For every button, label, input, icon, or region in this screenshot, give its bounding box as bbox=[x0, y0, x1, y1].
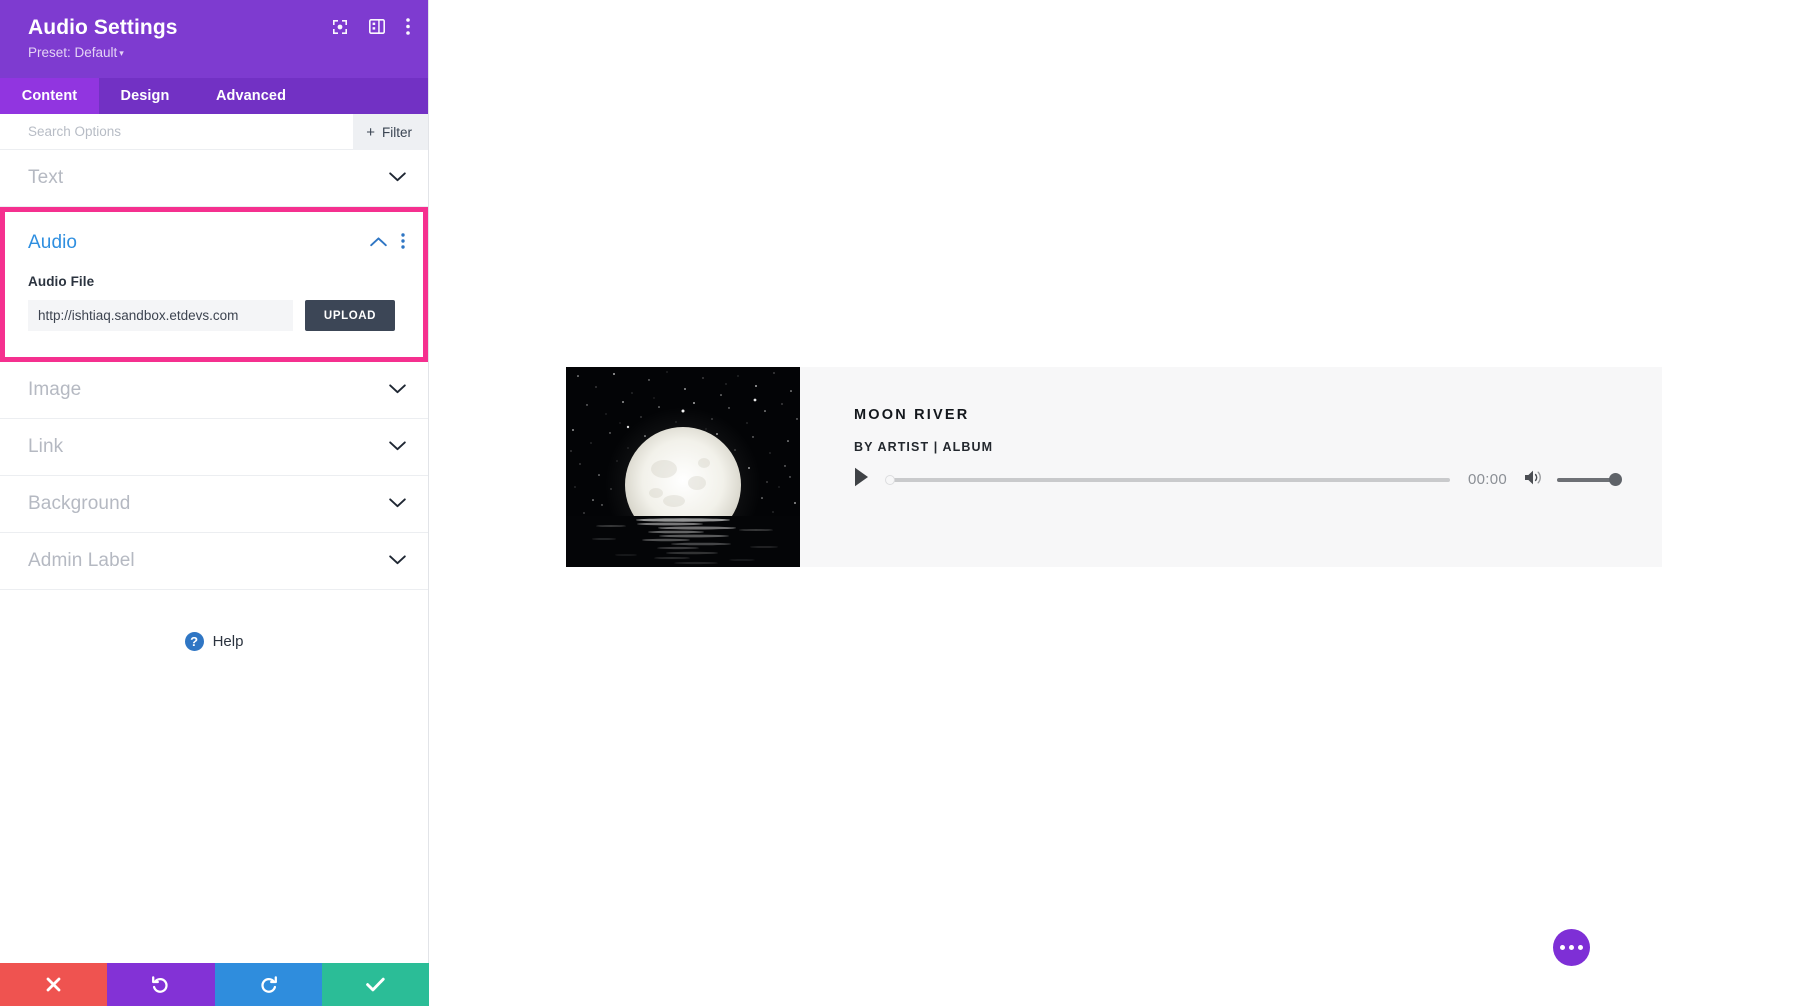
save-button[interactable] bbox=[321, 963, 429, 1006]
help-icon: ? bbox=[184, 632, 204, 651]
section-label: Image bbox=[28, 379, 82, 400]
player-info: MOON RIVER BY ARTIST | ALBUM 00:00 bbox=[800, 367, 1662, 567]
settings-sidebar: Audio Settings Preset: Default ▾ Content… bbox=[0, 0, 429, 1006]
audio-file-row: UPLOAD bbox=[28, 300, 395, 331]
focus-icon[interactable] bbox=[332, 19, 348, 40]
more-options-icon[interactable] bbox=[406, 18, 410, 40]
section-label: Admin Label bbox=[28, 550, 135, 571]
sidebar-footer bbox=[0, 963, 429, 1006]
tab-content[interactable]: Content bbox=[0, 78, 99, 114]
track-title: MOON RIVER bbox=[854, 407, 970, 423]
chevron-down-icon bbox=[389, 495, 406, 513]
player-controls: 00:00 bbox=[854, 467, 1622, 492]
section-label: Text bbox=[28, 167, 64, 188]
settings-tabs: Content Design Advanced bbox=[0, 78, 428, 114]
preset-selector[interactable]: Preset: Default ▾ bbox=[28, 44, 406, 63]
volume-slider[interactable] bbox=[1557, 472, 1622, 487]
page-settings-fab[interactable] bbox=[1553, 929, 1590, 966]
sidebar-header: Audio Settings Preset: Default ▾ bbox=[0, 0, 428, 78]
undo-button[interactable] bbox=[107, 963, 215, 1006]
filter-button[interactable]: + Filter bbox=[353, 114, 428, 150]
section-audio-header[interactable]: Audio bbox=[0, 212, 423, 274]
audio-file-input[interactable] bbox=[28, 300, 293, 331]
section-label: Audio bbox=[28, 232, 78, 253]
dot-icon bbox=[1569, 945, 1574, 950]
settings-sections: Text Audio Audio File http://ishtiaq.san… bbox=[0, 150, 428, 963]
section-link[interactable]: Link bbox=[0, 419, 428, 476]
tab-design[interactable]: Design bbox=[99, 78, 191, 114]
section-options-icon[interactable] bbox=[401, 232, 405, 254]
audio-file-label: Audio File bbox=[28, 274, 95, 289]
section-background[interactable]: Background bbox=[0, 476, 428, 533]
discard-button[interactable] bbox=[0, 963, 108, 1006]
help-link[interactable]: ? Help bbox=[0, 632, 428, 651]
chevron-up-icon[interactable] bbox=[370, 234, 387, 252]
track-subtitle: BY ARTIST | ALBUM bbox=[854, 440, 994, 454]
plus-icon: + bbox=[366, 123, 375, 141]
chevron-down-icon bbox=[389, 381, 406, 399]
section-admin-label[interactable]: Admin Label bbox=[0, 533, 428, 590]
dot-icon bbox=[1560, 945, 1565, 950]
redo-button[interactable] bbox=[214, 963, 322, 1006]
chevron-down-icon bbox=[389, 169, 406, 187]
preset-label: Preset: Default bbox=[28, 45, 118, 60]
volume-handle[interactable] bbox=[1609, 472, 1622, 486]
album-cover-image bbox=[566, 367, 800, 567]
help-label: Help bbox=[212, 633, 244, 650]
section-label: Background bbox=[28, 493, 131, 514]
section-image[interactable]: Image bbox=[0, 362, 428, 419]
chevron-down-icon: ▾ bbox=[119, 48, 124, 58]
current-time: 00:00 bbox=[1467, 471, 1507, 488]
panel-layout-icon[interactable] bbox=[369, 19, 385, 39]
progress-handle[interactable] bbox=[885, 474, 895, 485]
chevron-down-icon bbox=[389, 552, 406, 570]
divi-builder-screen: Audio Settings Preset: Default ▾ Content… bbox=[0, 0, 1800, 1006]
chevron-down-icon bbox=[389, 438, 406, 456]
volume-icon[interactable] bbox=[1524, 469, 1543, 491]
section-audio-body: Audio File UPLOAD bbox=[0, 274, 423, 357]
tab-advanced[interactable]: Advanced bbox=[191, 78, 311, 114]
progress-slider[interactable] bbox=[885, 472, 1450, 488]
dot-icon bbox=[1578, 945, 1583, 950]
section-text[interactable]: Text bbox=[0, 150, 428, 207]
progress-track bbox=[886, 477, 1450, 482]
play-icon[interactable] bbox=[854, 467, 869, 492]
upload-button[interactable]: UPLOAD bbox=[305, 300, 395, 331]
header-icon-group bbox=[332, 18, 410, 40]
filter-label: Filter bbox=[382, 124, 412, 140]
section-audio-highlighted: Audio Audio File http://ishtiaq.sandbox.… bbox=[0, 207, 428, 362]
search-bar: + Filter bbox=[0, 113, 428, 150]
audio-player-module: MOON RIVER BY ARTIST | ALBUM 00:00 bbox=[566, 367, 1662, 567]
section-label: Link bbox=[28, 436, 64, 457]
page-canvas: MOON RIVER BY ARTIST | ALBUM 00:00 bbox=[429, 0, 1800, 1006]
